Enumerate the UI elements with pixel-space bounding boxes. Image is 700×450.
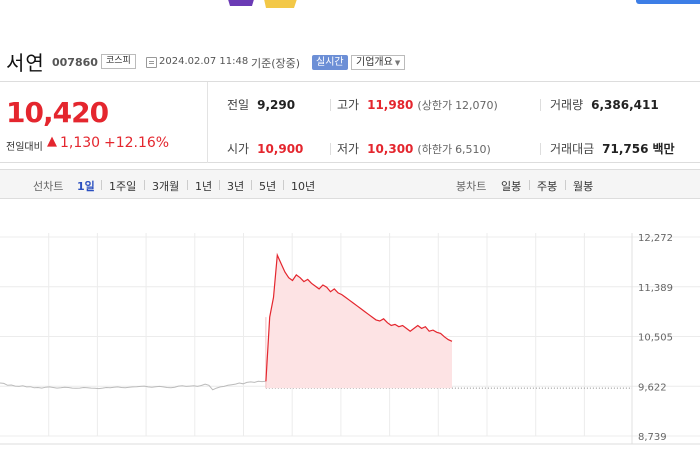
- stat-trade-value: 거래대금 71,756 백만: [550, 140, 675, 157]
- chevron-down-icon: ▼: [394, 59, 401, 67]
- y-tick-label: 8,739: [638, 432, 667, 443]
- tab-1w[interactable]: 1주일: [109, 178, 136, 194]
- stock-title-row: 서연 007860 코스피 2024.02.07 11:48 기준(장중) 실시…: [0, 47, 700, 75]
- stat-label: 시가: [227, 142, 250, 156]
- stock-code: 007860: [52, 56, 98, 69]
- line-chart-label: 선차트: [33, 180, 64, 193]
- stat-low: 저가 10,300 (하한가 6,510): [337, 140, 491, 157]
- divider: [540, 99, 541, 111]
- divider: [283, 180, 284, 190]
- divider: [219, 180, 220, 190]
- y-tick-label: 9,622: [638, 382, 667, 393]
- divider: [565, 180, 566, 190]
- stat-sub-label: (하한가: [417, 143, 453, 156]
- calendar-icon: [146, 57, 157, 68]
- tab-weekly-candle[interactable]: 주봉: [537, 178, 557, 194]
- tab-3y[interactable]: 3년: [227, 178, 244, 194]
- stat-value: 10,900: [257, 142, 304, 156]
- top-banner[interactable]: [0, 0, 700, 20]
- divider: [540, 143, 541, 155]
- market-badge: 코스피: [101, 54, 136, 69]
- stat-label: 전일: [227, 98, 250, 112]
- stat-volume: 거래량 6,386,411: [550, 96, 659, 113]
- divider: [101, 180, 102, 190]
- change-rate: +12.16%: [104, 135, 170, 151]
- time-basis: 기준(장중): [251, 57, 301, 70]
- stat-open: 시가 10,900: [227, 140, 303, 157]
- candle-chart-label: 봉차트: [456, 180, 487, 193]
- tab-3m[interactable]: 3개월: [152, 178, 179, 194]
- divider: [251, 180, 252, 190]
- y-tick-label: 11,389: [638, 283, 673, 294]
- stat-label: 저가: [337, 142, 360, 156]
- y-tick-label: 12,272: [638, 233, 673, 244]
- stat-prev-close: 전일 9,290: [227, 96, 295, 113]
- realtime-button[interactable]: 실시간: [312, 55, 348, 70]
- stat-sub-value: 12,070): [455, 99, 498, 112]
- chart-period-tabs: 선차트 1일 1주일 3개월 1년 3년 5년 10년 봉차트 일봉 주봉 월봉: [0, 169, 700, 199]
- divider: [187, 180, 188, 190]
- y-tick-label: 10,505: [638, 333, 673, 344]
- price-chart[interactable]: 12,272 11,389 10,505 9,622 8,739: [0, 200, 700, 450]
- stat-value: 10,300: [367, 142, 414, 156]
- up-arrow-icon: ▲: [47, 134, 57, 149]
- quote-panel: 10,420 전일대비 ▲ 1,130 +12.16% 전일 9,290 고가 11…: [0, 81, 700, 163]
- stat-label: 고가: [337, 98, 360, 112]
- divider: [330, 143, 331, 155]
- series-area: [265, 255, 452, 389]
- current-price: 10,420: [6, 96, 109, 129]
- stat-value: 11,980: [367, 98, 414, 112]
- price-box: 10,420 전일대비 ▲ 1,130 +12.16%: [0, 82, 208, 163]
- divider: [144, 180, 145, 190]
- tab-monthly-candle[interactable]: 월봉: [573, 178, 593, 194]
- stat-high: 고가 11,980 (상한가 12,070): [337, 96, 498, 113]
- company-info-dropdown[interactable]: 기업개요 ▼: [351, 55, 406, 70]
- tab-1y[interactable]: 1년: [195, 178, 212, 194]
- tab-1d[interactable]: 1일: [77, 178, 95, 194]
- change-label: 전일대비: [6, 142, 43, 153]
- divider: [330, 99, 331, 111]
- series-line-premarket: [0, 380, 266, 391]
- banner-illustration: [228, 0, 297, 8]
- stat-value: 71,756: [602, 142, 649, 156]
- stat-label: 거래량: [550, 98, 584, 112]
- timestamp: 2024.02.07 11:48: [159, 56, 249, 67]
- stat-value: 9,290: [257, 98, 296, 112]
- change-value: 1,130: [60, 135, 101, 151]
- tab-5y[interactable]: 5년: [259, 178, 276, 194]
- company-info-label: 기업개요: [356, 57, 393, 68]
- stock-name: 서연: [6, 51, 45, 75]
- stat-value: 6,386,411: [591, 98, 659, 112]
- stat-unit: 백만: [652, 142, 675, 156]
- divider: [529, 180, 530, 190]
- stat-label: 거래대금: [550, 142, 595, 156]
- banner-button[interactable]: [636, 0, 700, 4]
- tab-10y[interactable]: 10년: [291, 178, 315, 194]
- stat-sub-label: (상한가: [417, 99, 453, 112]
- stat-sub-value: 6,510): [455, 143, 491, 156]
- chart-svg: 12,272 11,389 10,505 9,622 8,739: [0, 233, 700, 445]
- tab-daily-candle[interactable]: 일봉: [501, 178, 521, 194]
